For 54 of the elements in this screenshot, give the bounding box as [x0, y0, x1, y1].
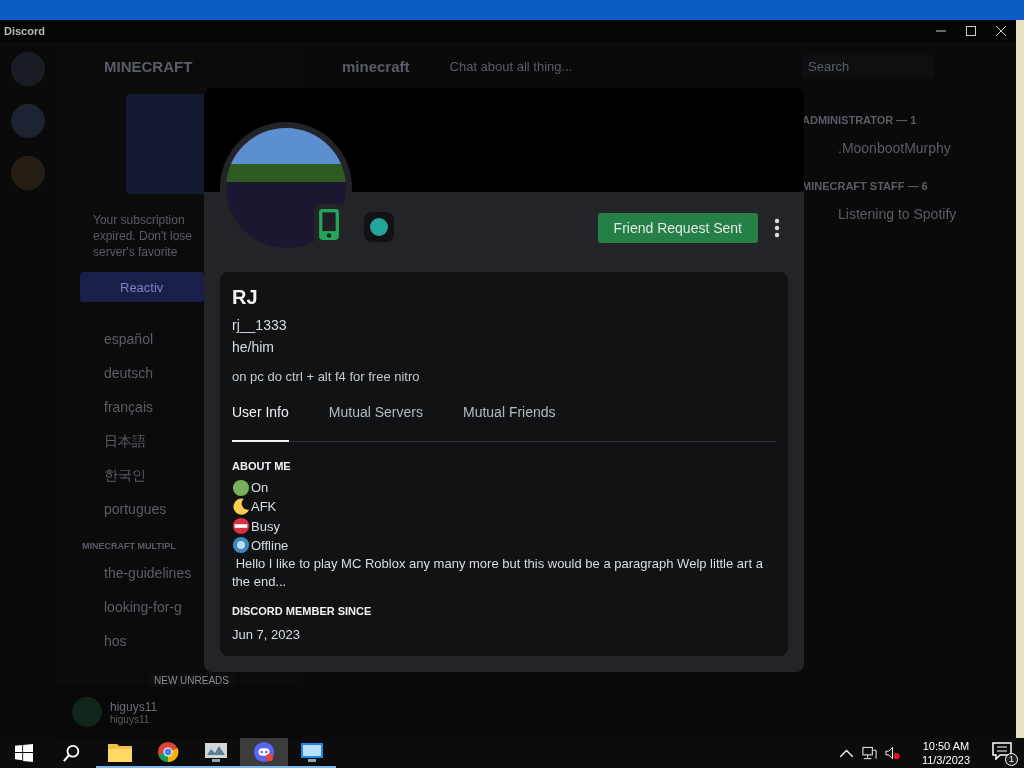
custom-status: on pc do ctrl + alt f4 for free nitro	[232, 369, 420, 384]
channel-topic: Chat about all thing...	[449, 58, 573, 74]
profile-tab[interactable]: User Info	[232, 404, 289, 442]
notification-count: 1	[1005, 753, 1018, 766]
circle-icon	[232, 478, 250, 497]
user-tag: higuys11	[110, 713, 158, 725]
status-label: Offline	[251, 537, 289, 553]
circle-icon	[232, 536, 250, 555]
search-field[interactable]: Search	[802, 55, 934, 77]
moon-icon	[232, 497, 250, 516]
promo-text: Your subscription	[93, 212, 185, 228]
friend-request-sent-button[interactable]: Friend Request Sent	[597, 213, 758, 243]
new-unreads-pill[interactable]: NEW UNREADS	[146, 674, 237, 687]
status-label: On	[251, 480, 269, 496]
pronouns: he/him	[232, 339, 275, 355]
monitor-icon	[300, 741, 324, 763]
profile-tab[interactable]: Mutual Servers	[328, 404, 423, 442]
close-icon[interactable]	[996, 26, 1006, 36]
windows-logo-icon[interactable]	[15, 744, 33, 762]
status-label: AFK	[251, 499, 277, 515]
user-name: higuys11	[110, 699, 158, 714]
server-name[interactable]: MINECRAFT	[104, 57, 193, 75]
clock-date[interactable]: 11/3/2023	[921, 753, 970, 767]
reactivate-button[interactable]: Reactiv	[80, 272, 204, 302]
network-icon[interactable]	[861, 746, 877, 760]
clock-time[interactable]: 10:50 AM	[922, 739, 970, 753]
member-since-date: Jun 7, 2023	[232, 627, 300, 642]
member-group-heading: MINECRAFT STAFF — 6	[802, 180, 929, 192]
username: rj__1333	[232, 317, 287, 333]
browser-icon	[156, 741, 180, 763]
promo-text: expired. Don't lose	[93, 228, 192, 244]
chat-app-icon	[252, 741, 276, 763]
bio-text: Hello I like to play MC Roblox any many more but this would be a paragraph Welp little art a the end...	[232, 555, 764, 591]
status-label: Busy	[251, 518, 280, 534]
section-heading: DISCORD MEMBER SINCE	[232, 605, 372, 617]
muted-speaker-icon[interactable]	[884, 746, 900, 760]
channel-name: minecraft	[342, 57, 410, 75]
promo-text: server's favorite	[93, 244, 178, 260]
member-group-heading: ADMINISTRATOR — 1	[802, 114, 918, 126]
folder-icon	[108, 741, 132, 763]
maximize-icon[interactable]	[966, 26, 976, 36]
member-name[interactable]: Listening to Spotify	[838, 206, 1016, 222]
section-heading: ABOUT ME	[232, 460, 291, 472]
search-icon[interactable]	[63, 744, 81, 762]
monitor-icon	[204, 741, 228, 763]
display-name: RJ	[232, 286, 258, 309]
no-entry-icon	[232, 517, 250, 536]
profile-tab[interactable]: Mutual Friends	[462, 404, 556, 442]
window-title: Discord	[4, 25, 45, 37]
badge-icon	[364, 212, 394, 242]
member-name[interactable]: .MoonbootMurphy	[838, 140, 1016, 156]
taskbar-app[interactable]	[240, 738, 288, 768]
more-options-icon[interactable]	[774, 218, 780, 238]
notification-icon[interactable]	[992, 742, 1012, 760]
